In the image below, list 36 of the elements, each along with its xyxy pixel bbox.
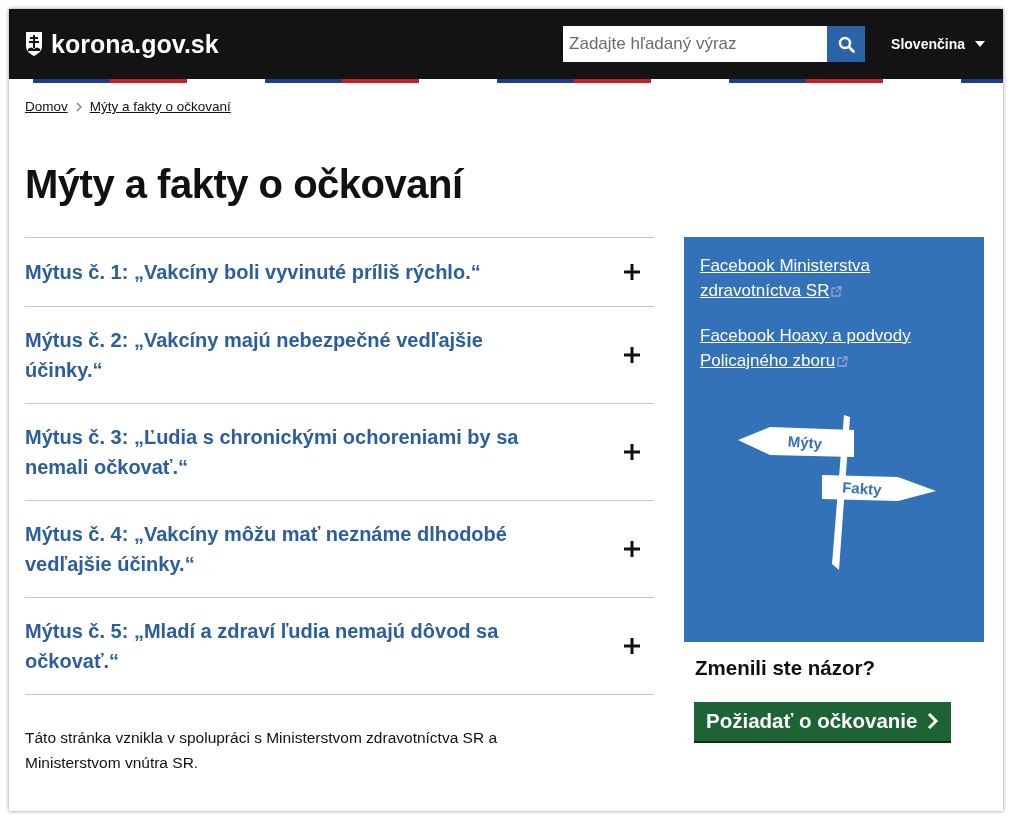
facebook-link[interactable]: Facebook Hoaxy a podvody Policajného zboru [700,323,930,373]
site-logo-text[interactable]: korona.gov.sk [51,29,219,59]
accordion-title: Mýtus č. 3: „Ľudia s chronickými ochoreniami by sa nemali očkovať.“ [25,425,520,480]
accordion-title: Mýtus č. 2: „Vakcíny majú nebezpečné vedľajšie účinky.“ [25,328,484,383]
external-link-icon [831,286,843,297]
caret-icon [975,41,985,47]
sign-label: Fakty [841,478,883,499]
accordion-item[interactable]: Mýtus č. 5: „Mladí a zdraví ľudia nemajú dôvod sa očkovať.“ [25,598,654,695]
accordion-item[interactable]: Mýtus č. 4: „Vakcíny môžu mať neznáme dlhodobé vedľajšie účinky.“ [25,501,654,598]
breadcrumb-link[interactable]: Mýty a fakty o očkovaní [89,99,231,114]
page-title: Mýty a fakty o očkovaní [25,162,465,207]
facebook-link[interactable]: Facebook Ministerstva zdravotníctva SR [700,253,930,303]
chevron-icon [927,712,940,730]
search-icon [837,35,855,53]
coat-of-arms-icon [25,31,43,57]
vaccination-button[interactable]: Požiadať o očkovanie [694,702,952,743]
search-button[interactable] [827,26,866,62]
plus-icon [624,638,640,654]
search-field[interactable]: Zadajte hľadaný výraz [563,26,828,62]
footnote-text: Táto stránka vznikla v spolupráci s Ministerstvom zdravotníctva SR a Ministerstvom vnútra SR. [25,728,499,773]
accordion-item[interactable]: Mýtus č. 1: „Vakcíny boli vyvinuté príliš rýchlo.“ [25,238,654,307]
external-link-icon [837,356,849,367]
chevron-icon [75,101,82,112]
plus-icon [624,541,640,557]
plus-icon [624,264,640,280]
accordion-title: Mýtus č. 5: „Mladí a zdraví ľudia nemajú dôvod sa očkovať.“ [25,619,500,674]
accordion-title: Mýtus č. 4: „Vakcíny môžu mať neznáme dlhodobé vedľajšie účinky.“ [25,522,508,577]
plus-icon [624,347,640,363]
accordion-item[interactable]: Mýtus č. 2: „Vakcíny majú nebezpečné vedľajšie účinky.“ [25,307,654,404]
breadcrumb-link[interactable]: Domov [25,99,68,114]
plus-icon [624,444,640,460]
language-dropdown[interactable]: Slovenčina [891,36,985,52]
accordion-item[interactable]: Mýtus č. 3: „Ľudia s chronickými ochoreniami by sa nemali očkovať.“ [25,404,654,501]
accordion-title: Mýtus č. 1: „Vakcíny boli vyvinuté príliš rýchlo.“ [25,260,481,285]
question-heading: Zmenili ste názor? [695,656,876,680]
sign-label: Mýty [787,432,823,452]
